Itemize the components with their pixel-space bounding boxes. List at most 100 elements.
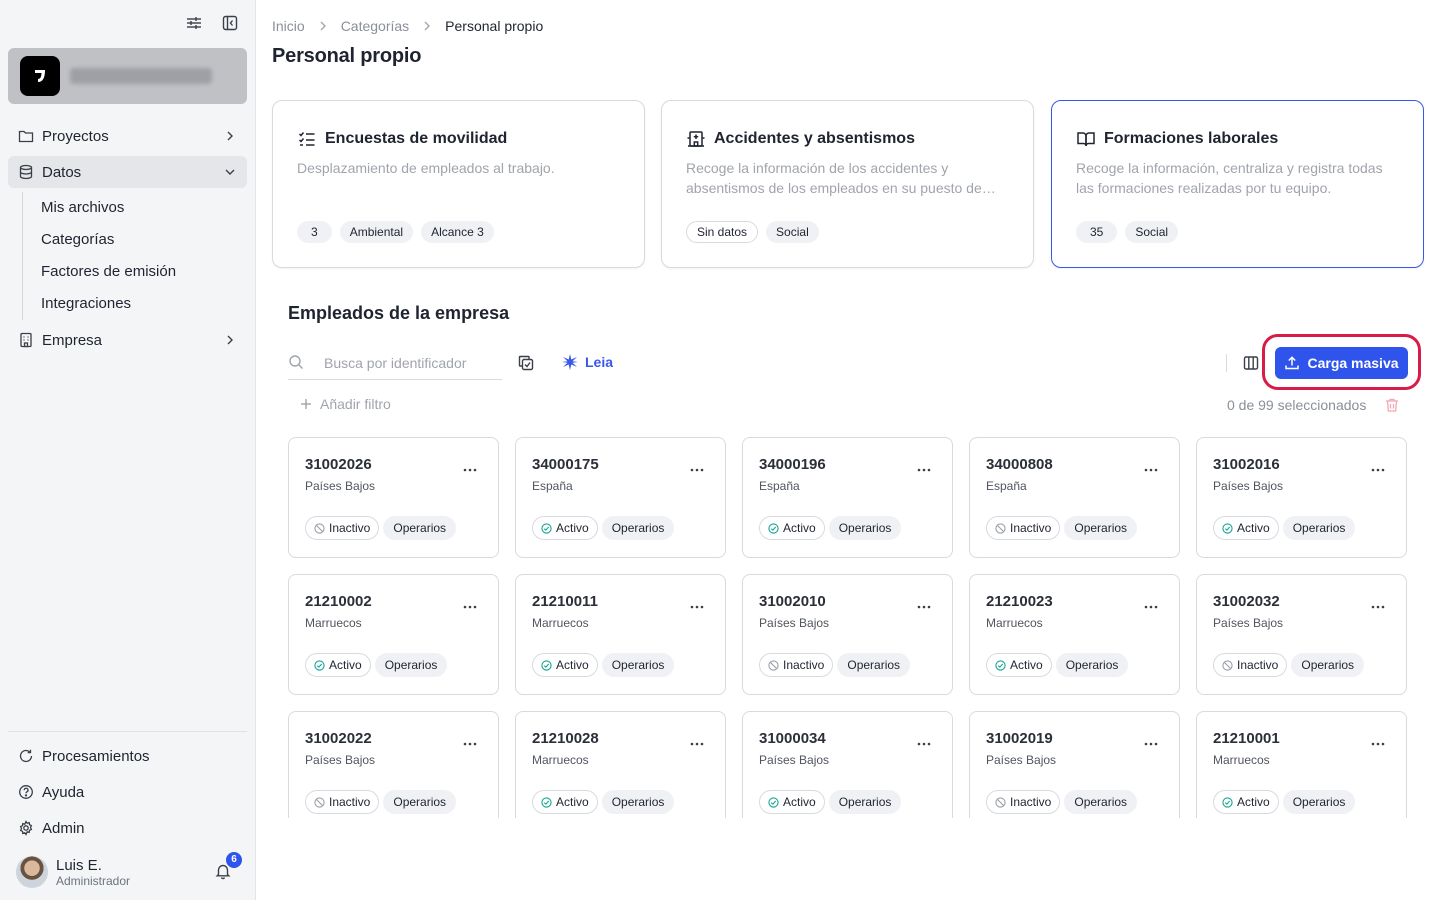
employee-card[interactable]: 31002010 Países Bajos Inactivo Operarios [742, 574, 953, 695]
more-options-icon[interactable] [1370, 599, 1386, 615]
employee-id: 31002022 [305, 730, 372, 747]
trash-icon[interactable] [1384, 397, 1400, 413]
employee-country: Marruecos [532, 753, 589, 767]
status-badge: Activo [1213, 790, 1279, 814]
more-options-icon[interactable] [916, 736, 932, 752]
selection-count: 0 de 99 seleccionados [1227, 397, 1367, 413]
employee-card[interactable]: 21210002 Marruecos Activo Operarios [288, 574, 499, 695]
role-badge: Operarios [1282, 790, 1356, 814]
columns-icon[interactable] [1242, 354, 1260, 372]
category-card-description: Recoge la información, centraliza y regi… [1076, 160, 1383, 196]
nav-item-procesamientos[interactable]: Procesamientos [8, 740, 247, 772]
upload-icon [1284, 355, 1300, 371]
check-circle-icon [995, 659, 1006, 671]
nav-item-admin[interactable]: Admin [8, 812, 247, 844]
more-options-icon[interactable] [689, 599, 705, 615]
user-profile[interactable]: Luis E. Administrador 6 [16, 852, 246, 890]
organization-switcher[interactable] [8, 48, 247, 104]
chevron-right-icon [317, 20, 329, 32]
main-nav: Proyectos Datos Mis archivos Categorías … [8, 120, 247, 360]
nav-item-datos[interactable]: Datos [8, 156, 247, 188]
search-field [288, 346, 502, 380]
breadcrumb-inicio[interactable]: Inicio [272, 18, 305, 34]
employee-card[interactable]: 21210028 Marruecos Activo Operarios [515, 711, 726, 818]
breadcrumb-categorias[interactable]: Categorías [341, 18, 409, 34]
more-options-icon[interactable] [916, 462, 932, 478]
employee-card[interactable]: 31000034 Países Bajos Activo Operarios [742, 711, 953, 818]
employee-tags: Activo Operarios [532, 516, 675, 540]
category-card-description: Desplazamiento de empleados al trabajo. [297, 160, 555, 176]
subnav-item-categorias[interactable]: Categorías [23, 224, 247, 256]
category-card-encuestas-movilidad[interactable]: Encuestas de movilidad Desplazamiento de… [272, 100, 645, 268]
page-title: Personal propio [272, 45, 422, 67]
employee-card[interactable]: 34000175 España Activo Operarios [515, 437, 726, 558]
role-badge: Operarios [828, 790, 902, 814]
employee-country: Países Bajos [986, 753, 1057, 767]
category-tag: Ambiental [339, 221, 414, 243]
employee-card[interactable]: 31002016 Países Bajos Activo Operarios [1196, 437, 1407, 558]
more-options-icon[interactable] [689, 736, 705, 752]
leia-ai-button[interactable]: Leia [561, 353, 613, 371]
employee-id: 31002026 [305, 456, 372, 473]
nav-item-empresa[interactable]: Empresa [8, 324, 247, 356]
checklist-icon [297, 129, 317, 149]
sidebar: Proyectos Datos Mis archivos Categorías … [0, 0, 256, 900]
subnav-item-integraciones[interactable]: Integraciones [23, 288, 247, 320]
check-circle-icon [541, 796, 552, 808]
bulk-upload-button[interactable]: Carga masiva [1275, 347, 1408, 379]
employee-grid: 31002026 Países Bajos Inactivo Operarios 340… [288, 437, 1408, 818]
employee-card[interactable]: 21210011 Marruecos Activo Operarios [515, 574, 726, 695]
section-title: Empleados de la empresa [288, 303, 510, 323]
more-options-icon[interactable] [462, 462, 478, 478]
status-badge: Activo [1213, 516, 1279, 540]
category-card-formaciones-laborales[interactable]: Formaciones laborales Recoge la informac… [1051, 100, 1424, 268]
copy-icon[interactable] [517, 354, 535, 372]
employee-tags: Activo Operarios [1213, 516, 1356, 540]
collapse-sidebar-icon[interactable] [221, 14, 239, 32]
check-circle-icon [314, 659, 325, 671]
role-badge: Operarios [828, 516, 902, 540]
more-options-icon[interactable] [1143, 462, 1159, 478]
category-card-tags: Sin datos Social [686, 221, 819, 243]
check-circle-icon [541, 522, 552, 534]
nav-item-ayuda[interactable]: Ayuda [8, 776, 247, 808]
more-options-icon[interactable] [1370, 736, 1386, 752]
more-options-icon[interactable] [689, 462, 705, 478]
more-options-icon[interactable] [1143, 736, 1159, 752]
count-tag: 35 [1076, 221, 1118, 243]
employee-tags: Activo Operarios [1213, 790, 1356, 814]
role-badge: Operarios [1282, 516, 1356, 540]
more-options-icon[interactable] [462, 736, 478, 752]
nav-item-proyectos[interactable]: Proyectos [8, 120, 247, 152]
employee-card[interactable]: 31002032 Países Bajos Inactivo Operarios [1196, 574, 1407, 695]
employee-id: 31002019 [986, 730, 1053, 747]
employee-card[interactable]: 34000196 España Activo Operarios [742, 437, 953, 558]
category-card-title: Encuestas de movilidad [297, 129, 507, 149]
status-badge: Activo [532, 653, 598, 677]
sidebar-top-controls [185, 14, 239, 32]
subnav-item-mis-archivos[interactable]: Mis archivos [23, 192, 247, 224]
add-filter-button[interactable]: Añadir filtro [300, 396, 391, 412]
more-options-icon[interactable] [462, 599, 478, 615]
employee-card[interactable]: 31002026 Países Bajos Inactivo Operarios [288, 437, 499, 558]
category-tag: Alcance 3 [421, 221, 494, 243]
employee-tags: Activo Operarios [759, 790, 902, 814]
category-card-accidentes-absentismos[interactable]: Accidentes y absentismos Recoge la infor… [661, 100, 1034, 268]
employee-card[interactable]: 34000808 España Inactivo Operarios [969, 437, 1180, 558]
more-options-icon[interactable] [1370, 462, 1386, 478]
employee-card[interactable]: 31002019 Países Bajos Inactivo Operarios [969, 711, 1180, 818]
sliders-icon[interactable] [185, 14, 203, 32]
database-icon [18, 164, 34, 180]
more-options-icon[interactable] [1143, 599, 1159, 615]
employee-card[interactable]: 21210001 Marruecos Activo Operarios [1196, 711, 1407, 818]
status-tag: Sin datos [686, 221, 759, 243]
subnav-item-factores-emision[interactable]: Factores de emisión [23, 256, 247, 288]
search-input[interactable] [324, 352, 494, 374]
more-options-icon[interactable] [916, 599, 932, 615]
category-card-title: Formaciones laborales [1076, 129, 1278, 149]
employee-country: Países Bajos [305, 479, 376, 493]
employee-card[interactable]: 31002022 Países Bajos Inactivo Operarios [288, 711, 499, 818]
employee-country: España [532, 479, 573, 493]
role-badge: Operarios [383, 790, 457, 814]
employee-card[interactable]: 21210023 Marruecos Activo Operarios [969, 574, 1180, 695]
